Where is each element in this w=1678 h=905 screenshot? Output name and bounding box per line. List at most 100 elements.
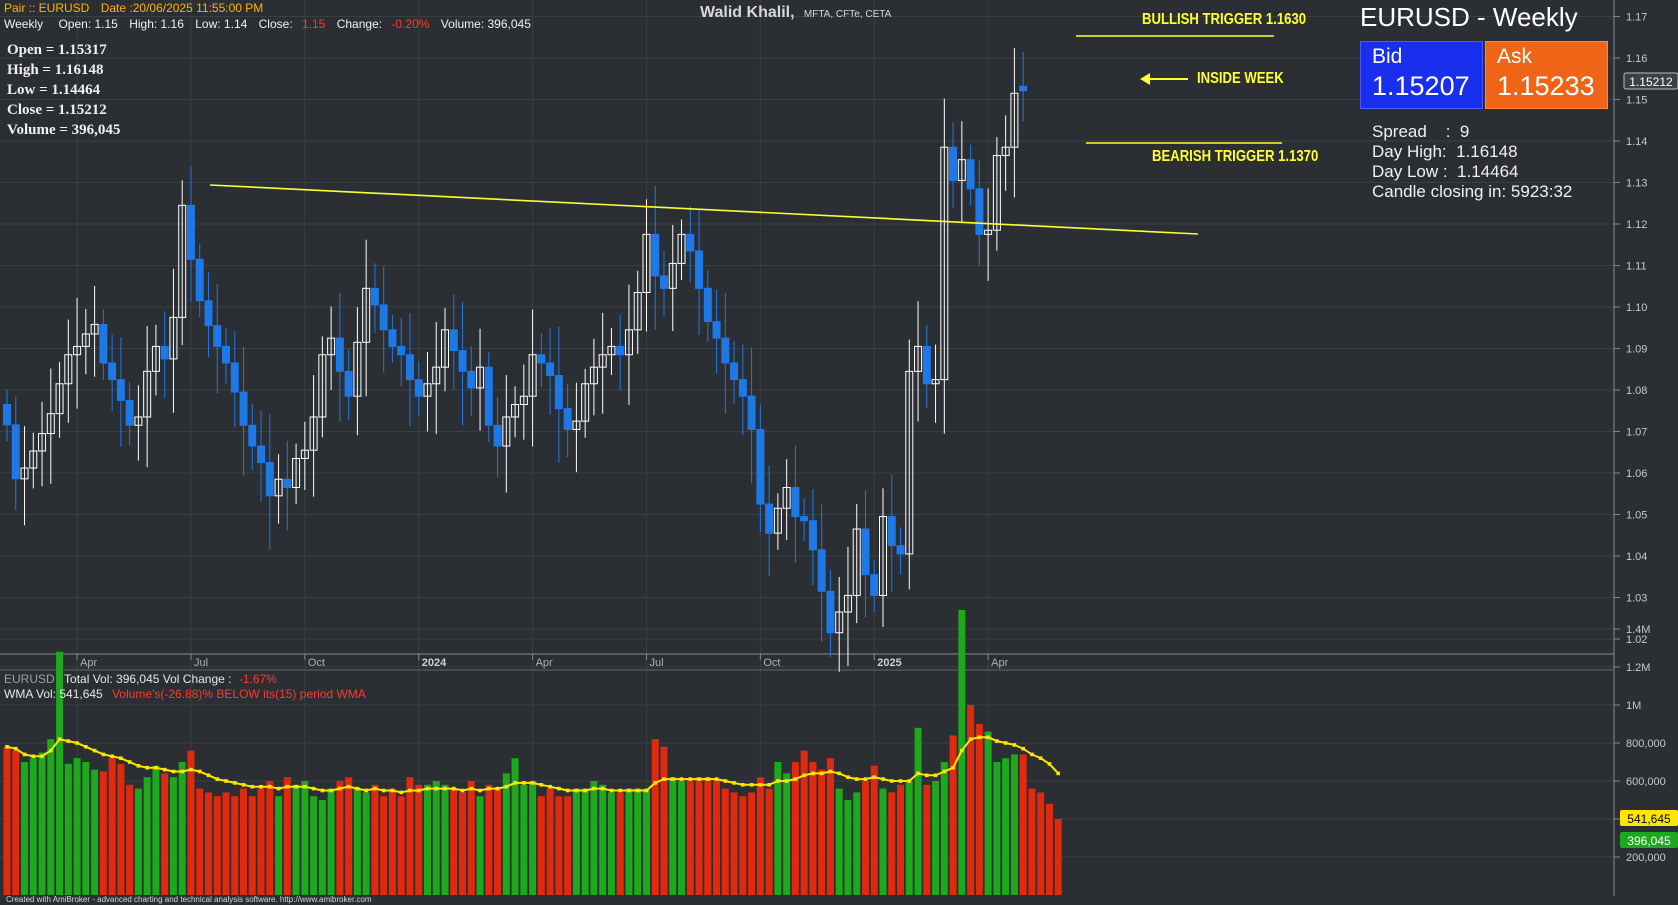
volume-bar-down — [240, 788, 248, 895]
wma-point — [40, 754, 44, 759]
wma-point — [303, 784, 307, 789]
symbol-title: EURUSD - Weekly — [1360, 2, 1578, 32]
wma-point — [451, 786, 456, 791]
wma-point — [84, 745, 88, 749]
volume-bar-down — [686, 781, 694, 895]
candle-body-bear — [949, 146, 958, 181]
volume-bar-up — [301, 781, 309, 895]
volume-bar-up — [292, 784, 300, 895]
price-tick-label: 1.16 — [1626, 53, 1647, 65]
candle-body-bear — [370, 287, 379, 306]
candle-body-bear — [730, 362, 739, 381]
wma-point — [557, 786, 561, 791]
candle-body-bear — [651, 233, 660, 277]
candle-body-bear — [116, 379, 125, 401]
candle-body-bear — [695, 250, 704, 289]
wma-point — [443, 786, 447, 791]
volume-bar-up — [844, 800, 852, 895]
wma-point — [460, 788, 465, 793]
candle-body-bear — [467, 370, 476, 389]
author-name: Walid Khalil, — [700, 4, 795, 21]
volume-bar-down — [266, 781, 274, 895]
candle-body-bear — [738, 379, 747, 397]
volume-bar-up — [47, 739, 55, 895]
wma-point — [136, 764, 141, 768]
wma-point — [828, 769, 833, 774]
ask-box[interactable]: Ask 1.15233 — [1485, 41, 1608, 109]
volume-bar-down — [283, 777, 291, 895]
wma-point — [154, 765, 158, 770]
candle-body-bear — [344, 370, 353, 397]
volume-bar-down — [765, 788, 773, 895]
volume-bar-up — [669, 777, 677, 895]
candle-body-bear — [765, 503, 774, 534]
volume-bar-up — [38, 752, 46, 895]
wma-point — [513, 781, 517, 785]
volume-bar-down — [345, 777, 353, 895]
wma-point — [811, 771, 815, 776]
wma-point — [723, 779, 728, 783]
quote-info: Spread : 9 Day High: 1.16148 Day Low : 1… — [1372, 122, 1572, 202]
price-tick-label: 1.08 — [1626, 385, 1647, 397]
wma-point — [373, 786, 377, 791]
volume-bar-up — [642, 788, 650, 895]
volume-last-marker: 396,045 — [1620, 832, 1678, 848]
high-label: High: 1.16 — [129, 17, 184, 31]
wma-point — [522, 781, 526, 785]
wma-point — [101, 752, 106, 757]
wma-point — [653, 781, 658, 785]
wma-point — [741, 783, 745, 787]
volume-bar-down — [748, 792, 756, 895]
time-tick-label: 2024 — [422, 657, 447, 669]
volume-change: -1.67% — [238, 672, 277, 686]
volume-bar-up — [152, 765, 160, 895]
wma-point — [259, 784, 263, 789]
candle-body-bear — [660, 275, 668, 289]
bid-label: Bid — [1372, 45, 1403, 68]
volume-tick-label: 800,000 — [1626, 738, 1666, 750]
wma-point — [408, 788, 412, 793]
wma-point — [241, 783, 246, 787]
wma-point — [583, 788, 587, 793]
candle-body-bear — [826, 590, 835, 634]
time-tick-label: Jul — [649, 657, 663, 669]
bid-box[interactable]: Bid 1.15207 — [1360, 41, 1483, 109]
wma-point — [276, 786, 281, 791]
wma-point — [145, 765, 149, 770]
volume-bar-up — [29, 758, 37, 895]
volume-bar-down — [756, 777, 764, 895]
wma-point — [793, 777, 798, 781]
volume-bar-up — [143, 777, 151, 895]
volume-bar-up — [134, 788, 142, 895]
volume-tick-label: 1.4M — [1626, 624, 1650, 636]
ohlc-summary: Open = 1.15317 High = 1.16148 Low = 1.14… — [7, 40, 120, 140]
wma-last-marker: 541,645 — [1620, 810, 1678, 826]
wma-point — [872, 775, 877, 779]
time-tick-label: Apr — [536, 657, 553, 669]
ohlc-close: Close = 1.15212 — [7, 102, 107, 118]
wma-point — [1021, 746, 1025, 751]
wma-point — [504, 784, 509, 789]
ohlc-high: High = 1.16148 — [7, 62, 104, 78]
volume-bar-down — [861, 781, 869, 895]
candle-body-bear — [887, 516, 896, 547]
wma-point — [530, 781, 535, 785]
volume-bar-up — [310, 796, 318, 895]
wma-point — [679, 777, 684, 781]
wma-point — [13, 746, 18, 751]
candle-body-bear — [721, 337, 730, 364]
wma-point — [390, 788, 395, 793]
price-tick-label: 1.03 — [1626, 593, 1647, 605]
candle-body-bear — [204, 300, 213, 327]
author-credentials: MFTA, CFTe, CETA — [803, 9, 892, 20]
volume-bar-down — [695, 777, 703, 895]
wma-point — [916, 771, 920, 776]
volume-bar-down — [800, 750, 808, 895]
volume-bar-up — [362, 792, 370, 895]
volume-bar-up — [940, 762, 948, 895]
day-high-info: Day High: 1.16148 — [1372, 142, 1518, 161]
wma-point — [232, 781, 237, 785]
volume-last-label: 396,045 — [1627, 834, 1671, 848]
volume-bar-up — [590, 781, 598, 895]
wma-point — [688, 777, 693, 781]
